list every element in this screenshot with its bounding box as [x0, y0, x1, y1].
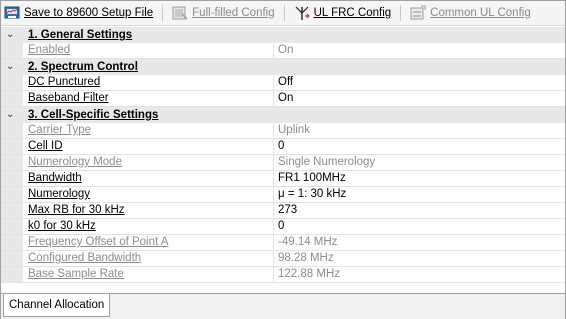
property-row-bandwidth[interactable]: Bandwidth FR1 100MHz: [1, 171, 565, 187]
column-divider: [273, 203, 274, 218]
category-title: 1. General Settings: [28, 29, 133, 41]
collapse-chevron-icon[interactable]: ⌄: [6, 27, 14, 43]
column-divider: [273, 91, 274, 106]
column-divider: [273, 75, 274, 90]
property-name: Numerology: [28, 188, 90, 200]
property-name: DC Punctured: [28, 76, 101, 88]
column-divider: [273, 43, 274, 58]
column-divider: [273, 251, 274, 266]
bottom-tab-bar: Channel Allocation: [1, 293, 565, 319]
property-name: Carrier Type: [28, 124, 92, 136]
property-name: Enabled: [28, 44, 71, 56]
fullfilled-config-label: Full-filled Config: [192, 7, 275, 19]
column-divider: [273, 155, 274, 170]
column-divider: [273, 219, 274, 234]
tab-channel-allocation[interactable]: Channel Allocation: [3, 294, 111, 317]
property-row-baseband-filter[interactable]: Baseband Filter On: [1, 91, 565, 107]
row-gutter: [1, 219, 23, 234]
property-name: Bandwidth: [28, 172, 82, 184]
category-title: 2. Spectrum Control: [28, 61, 138, 73]
column-divider: [273, 171, 274, 186]
column-divider: [273, 123, 274, 138]
fullfilled-config-icon: [172, 6, 188, 20]
common-ul-config-label: Common UL Config: [430, 7, 531, 19]
row-gutter: [1, 235, 23, 250]
property-value[interactable]: 0: [278, 139, 284, 154]
property-value: 122.88 MHz: [278, 268, 341, 280]
property-row-numerology[interactable]: Numerology μ = 1: 30 kHz: [1, 187, 565, 203]
property-row-frequency-offset: Frequency Offset of Point A -49.14 MHz: [1, 235, 565, 251]
property-row-enabled: Enabled On: [1, 43, 565, 59]
property-name: Numerology Mode: [28, 156, 122, 168]
collapse-chevron-icon[interactable]: ⌄: [6, 59, 14, 75]
common-ul-config-icon: [410, 5, 426, 20]
row-gutter: [1, 75, 23, 90]
property-value[interactable]: FR1 100MHz: [278, 171, 346, 186]
property-row-cell-id[interactable]: Cell ID 0: [1, 139, 565, 155]
property-value[interactable]: Off: [278, 75, 293, 90]
fullfilled-config-button[interactable]: Full-filled Config: [169, 2, 277, 24]
property-row-configured-bandwidth: Configured Bandwidth 98.28 MHz: [1, 251, 565, 267]
property-row-numerology-mode: Numerology Mode Single Numerology: [1, 155, 565, 171]
row-gutter: [1, 123, 23, 138]
property-row-k0[interactable]: k0 for 30 kHz 0: [1, 219, 565, 235]
property-name: Base Sample Rate: [28, 268, 124, 280]
property-value: Single Numerology: [278, 156, 376, 168]
property-value: -49.14 MHz: [278, 236, 338, 248]
row-gutter: [1, 91, 23, 106]
row-gutter: [1, 267, 23, 282]
property-value[interactable]: 273: [278, 203, 297, 218]
ul-frc-config-label: UL FRC Config: [313, 7, 392, 19]
property-grid: ⌄ 1. General Settings Enabled On ⌄ 2. Sp…: [1, 27, 565, 293]
category-title: 3. Cell-Specific Settings: [28, 109, 159, 121]
common-ul-config-button[interactable]: Common UL Config: [407, 2, 534, 24]
row-gutter: [1, 187, 23, 202]
ul-frc-config-button[interactable]: UL FRC Config: [291, 2, 395, 24]
property-value[interactable]: On: [278, 91, 293, 106]
save-setup-label: Save to 89600 Setup File: [24, 7, 154, 19]
toolbar-separator: [283, 5, 285, 21]
window: Save to 89600 Setup File Full-filled Con…: [0, 0, 566, 319]
row-gutter: [1, 43, 23, 58]
property-row-max-rb[interactable]: Max RB for 30 kHz 273: [1, 203, 565, 219]
row-gutter: [1, 171, 23, 186]
antenna-icon: [295, 6, 310, 20]
save-setup-button[interactable]: Save to 89600 Setup File: [1, 2, 156, 24]
toolbar-separator: [162, 5, 164, 21]
property-value: On: [278, 44, 294, 56]
category-cell-specific-settings[interactable]: ⌄ 3. Cell-Specific Settings: [1, 107, 565, 123]
property-value[interactable]: μ = 1: 30 kHz: [278, 187, 346, 202]
collapse-chevron-icon[interactable]: ⌄: [6, 107, 14, 123]
property-row-carrier-type: Carrier Type Uplink: [1, 123, 565, 139]
property-name: Baseband Filter: [28, 92, 109, 104]
toolbar-separator: [400, 5, 402, 21]
property-name: Configured Bandwidth: [28, 252, 142, 264]
property-name: Max RB for 30 kHz: [28, 204, 125, 216]
row-gutter: [1, 155, 23, 170]
toolbar: Save to 89600 Setup File Full-filled Con…: [1, 1, 565, 26]
row-gutter: [1, 139, 23, 154]
property-name: Frequency Offset of Point A: [28, 236, 169, 248]
save-setup-icon: [4, 6, 20, 19]
property-value: 98.28 MHz: [278, 252, 334, 264]
property-row-dc-punctured[interactable]: DC Punctured Off: [1, 75, 565, 91]
category-spectrum-control[interactable]: ⌄ 2. Spectrum Control: [1, 59, 565, 75]
column-divider: [273, 267, 274, 282]
column-divider: [273, 139, 274, 154]
property-name: Cell ID: [28, 140, 63, 152]
column-divider: [273, 187, 274, 202]
row-gutter: [1, 203, 23, 218]
property-value[interactable]: 0: [278, 219, 284, 234]
category-general-settings[interactable]: ⌄ 1. General Settings: [1, 27, 565, 43]
property-row-base-sample-rate: Base Sample Rate 122.88 MHz: [1, 267, 565, 283]
property-value: Uplink: [278, 124, 310, 136]
column-divider: [273, 235, 274, 250]
property-name: k0 for 30 kHz: [28, 220, 96, 232]
row-gutter: [1, 251, 23, 266]
